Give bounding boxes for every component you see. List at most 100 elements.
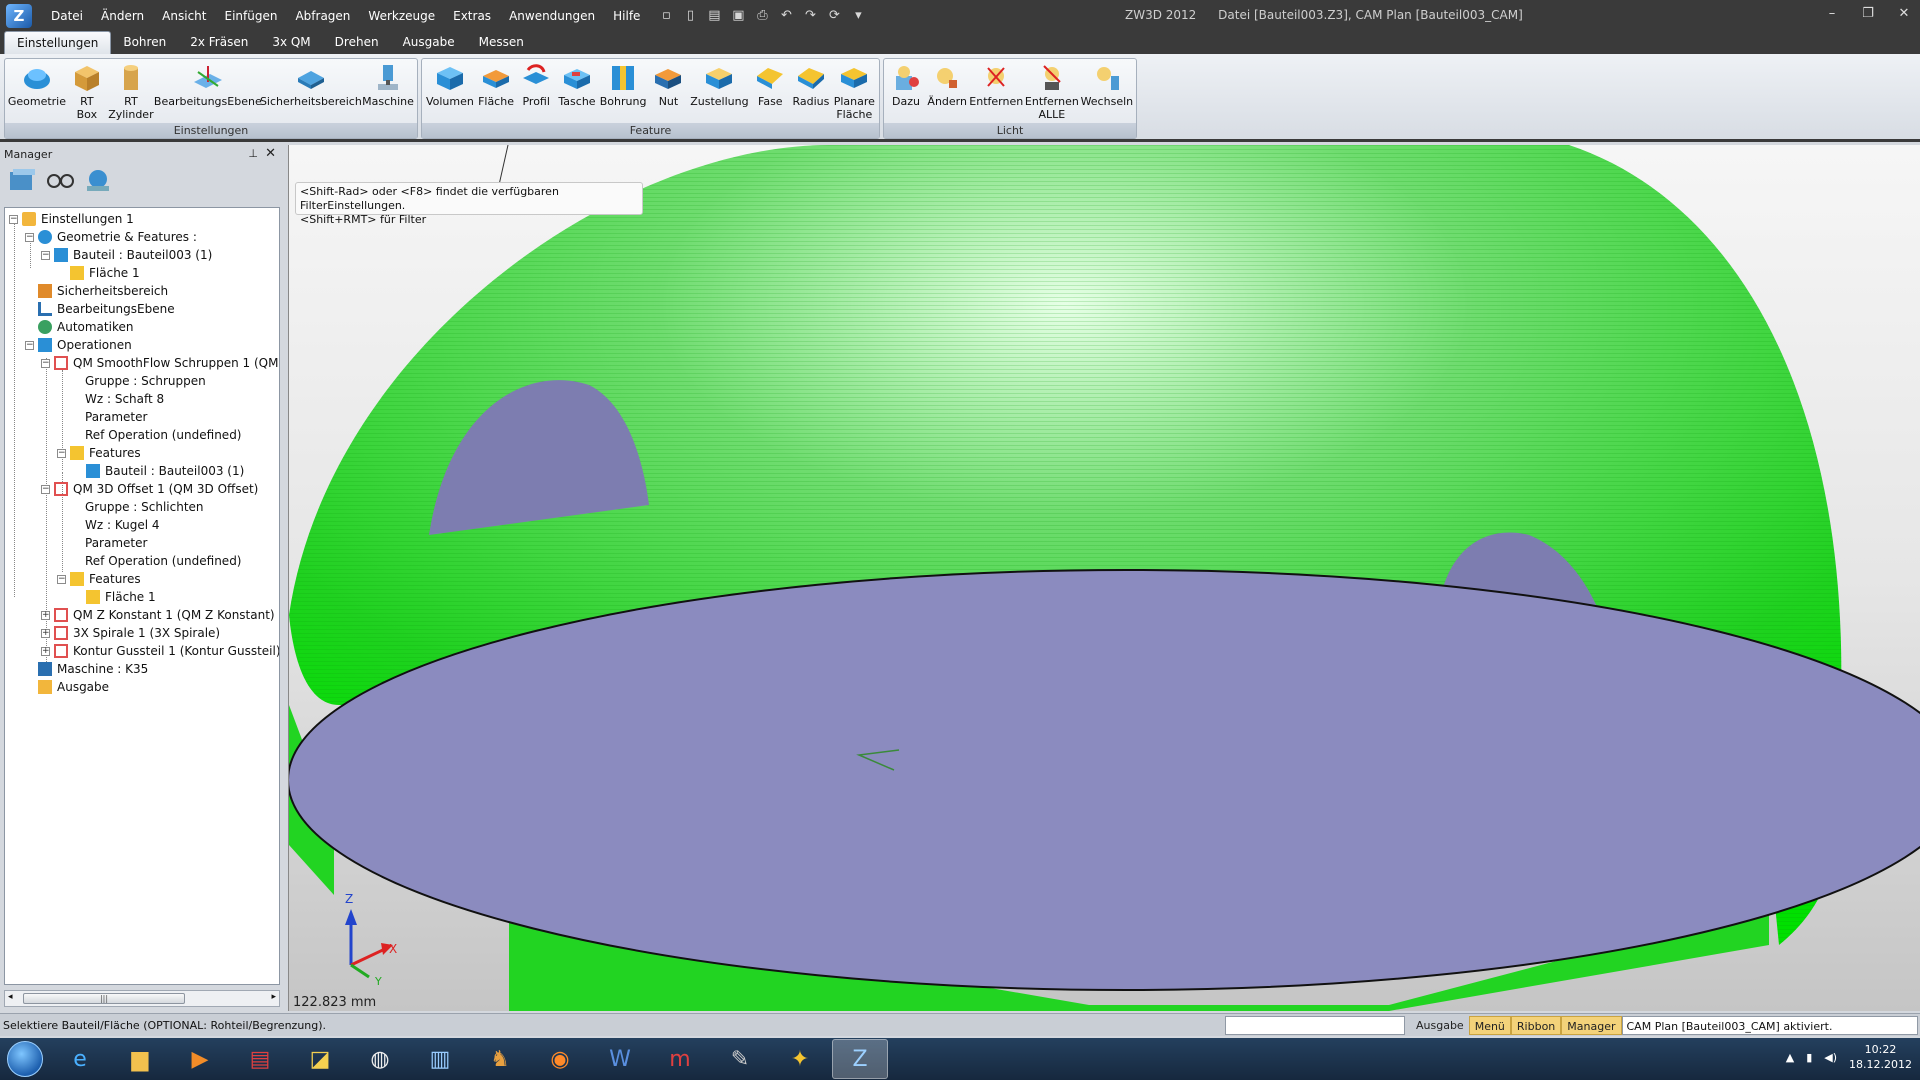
tree-node-bauteil[interactable]: − Bauteil : Bauteil003 (1) [41,246,212,264]
status-manager-button[interactable]: Manager [1561,1015,1622,1035]
tray-expand-icon[interactable]: ▲ [1786,1051,1794,1064]
tree-node-ref-operation-2[interactable]: Ref Operation (undefined) [85,552,242,570]
scroll-left-icon[interactable]: ◂ [8,992,13,1002]
status-ausgabe-button[interactable]: Ausgabe [1411,1016,1469,1035]
tab-drehen[interactable]: Drehen [323,31,391,54]
collapse-icon[interactable]: − [25,340,34,350]
expand-icon[interactable]: + [41,628,50,638]
close-icon[interactable]: ✕ [1896,4,1912,24]
globe-manager-icon[interactable] [82,165,114,195]
scroll-right-icon[interactable]: ▸ [271,992,276,1002]
app-logo-icon[interactable]: Z [6,3,32,28]
menu-ansicht[interactable]: Ansicht [153,9,215,23]
status-ribbon-button[interactable]: Ribbon [1510,1015,1562,1035]
collapse-icon[interactable]: − [57,574,66,584]
tree-node-einstellungen[interactable]: − Einstellungen 1 [9,210,134,228]
print-icon[interactable]: ⎙ [753,7,771,25]
menu-werkzeuge[interactable]: Werkzeuge [359,9,444,23]
internet-explorer-icon[interactable]: e [52,1039,108,1079]
paint-app-icon[interactable]: ✎ [712,1039,768,1079]
pin-icon[interactable]: ⊥ [248,147,258,160]
tab-einstellungen[interactable]: Einstellungen [4,31,112,54]
start-button[interactable] [0,1038,50,1080]
tree-horizontal-scrollbar[interactable]: ◂ ||| ▸ [4,990,280,1007]
clock[interactable]: 10:22 18.12.2012 [1849,1042,1912,1072]
network-icon[interactable]: ▮ [1806,1051,1812,1064]
view-manager-icon[interactable] [44,165,76,195]
menu-anwendungen[interactable]: Anwendungen [500,9,604,23]
tree-node-3x-spirale[interactable]: +3X Spirale 1 (3X Spirale) [41,624,220,642]
menu-hilfe[interactable]: Hilfe [604,9,649,23]
tree-node-wz-kugel[interactable]: Wz : Kugel 4 [85,516,160,534]
tree-node-features-2[interactable]: − Features [57,570,141,588]
file-explorer-icon[interactable]: ▆ [112,1039,168,1079]
monitor-app-icon[interactable]: ▥ [412,1039,468,1079]
tab-messen[interactable]: Messen [467,31,536,54]
collapse-icon[interactable]: − [57,448,66,458]
firefox-icon[interactable]: ◉ [532,1039,588,1079]
tree-node-ref-operation-1[interactable]: Ref Operation (undefined) [85,426,242,444]
m-app-icon[interactable]: m [652,1039,708,1079]
tree-node-automatiken[interactable]: Automatiken [38,318,133,336]
tree-node-gruppe-schruppen[interactable]: Gruppe : Schruppen [85,372,206,390]
collapse-icon[interactable]: − [41,358,50,368]
tree-node-operationen[interactable]: − Operationen [25,336,132,354]
history-manager-icon[interactable] [6,165,38,195]
expand-icon[interactable]: + [41,610,50,620]
collapse-icon[interactable]: − [9,214,18,224]
menu-abfragen[interactable]: Abfragen [286,9,359,23]
tree-node-features-1[interactable]: − Features [57,444,141,462]
tree-node-bauteil-feature[interactable]: Bauteil : Bauteil003 (1) [86,462,244,480]
menu-einfuegen[interactable]: Einfügen [215,9,286,23]
tree-node-geometrie-features[interactable]: − Geometrie & Features : [25,228,197,246]
customize-dropdown-icon[interactable]: ▾ [849,7,867,25]
restore-icon[interactable]: ❐ [1860,4,1876,24]
tree-node-qm-smoothflow[interactable]: − QM SmoothFlow Schruppen 1 (QM S [41,354,279,372]
media-player-icon[interactable]: ▶ [172,1039,228,1079]
tab-3x-qm[interactable]: 3x QM [260,31,322,54]
pin-icon[interactable]: ▫ [657,7,675,25]
ball-app-icon[interactable]: ◍ [352,1039,408,1079]
tree-node-gruppe-schlichten[interactable]: Gruppe : Schlichten [85,498,204,516]
yellow-app-icon[interactable]: ✦ [772,1039,828,1079]
red-app-icon[interactable]: ▤ [232,1039,288,1079]
scroll-thumb[interactable]: ||| [23,993,185,1004]
tree-node-qm-3d-offset[interactable]: − QM 3D Offset 1 (QM 3D Offset) [41,480,258,498]
tree-node-kontur-gussteil[interactable]: + Kontur Gussteil 1 (Kontur Gussteil) [41,642,279,660]
expand-icon[interactable]: + [41,646,50,656]
tree-node-qm-z-konstant[interactable]: + QM Z Konstant 1 (QM Z Konstant) [41,606,275,624]
collapse-icon[interactable]: − [25,232,34,242]
tree-node-parameter-1[interactable]: Parameter [85,408,147,426]
tree-node-flaeche[interactable]: Fläche 1 [70,264,140,282]
tree-node-ausgabe[interactable]: Ausgabe [38,678,109,696]
new-file-icon[interactable]: ▯ [681,7,699,25]
undo-icon[interactable]: ↶ [777,7,795,25]
redo-icon[interactable]: ↷ [801,7,819,25]
open-file-icon[interactable]: ▤ [705,7,723,25]
figure-app-icon[interactable]: ♞ [472,1039,528,1079]
collapse-icon[interactable]: − [41,484,50,494]
tab-ausgabe[interactable]: Ausgabe [391,31,467,54]
tree-node-sicherheitsbereich[interactable]: Sicherheitsbereich [38,282,168,300]
collapse-icon[interactable]: − [41,250,50,260]
tree-node-bearbeitungsebene[interactable]: BearbeitungsEbene [38,300,175,318]
tab-2x-fraesen[interactable]: 2x Fräsen [178,31,260,54]
command-input[interactable] [1225,1015,1405,1035]
regenerate-icon[interactable]: ⟳ [825,7,843,25]
zw3d-taskbar-icon[interactable]: Z [832,1039,888,1079]
menu-datei[interactable]: Datei [42,9,92,23]
close-icon[interactable]: ✕ [265,146,276,161]
menu-aendern[interactable]: Ändern [92,9,153,23]
status-menue-button[interactable]: Menü [1468,1015,1511,1035]
graphics-viewport[interactable]: Z X Y <Shift-Rad> oder <F8> findet die v… [288,145,1920,1011]
save-icon[interactable]: ▣ [729,7,747,25]
tree-node-parameter-2[interactable]: Parameter [85,534,147,552]
cad-app-icon[interactable]: ◪ [292,1039,348,1079]
tab-bohren[interactable]: Bohren [111,31,178,54]
minimize-icon[interactable]: – [1824,4,1840,24]
tree-node-maschine[interactable]: Maschine : K35 [38,660,148,678]
volume-icon[interactable]: ◀) [1824,1051,1837,1064]
tree-node-flaeche-feature[interactable]: Fläche 1 [86,588,156,606]
tree-node-wz-schaft[interactable]: Wz : Schaft 8 [85,390,164,408]
word-icon[interactable]: W [592,1039,648,1079]
